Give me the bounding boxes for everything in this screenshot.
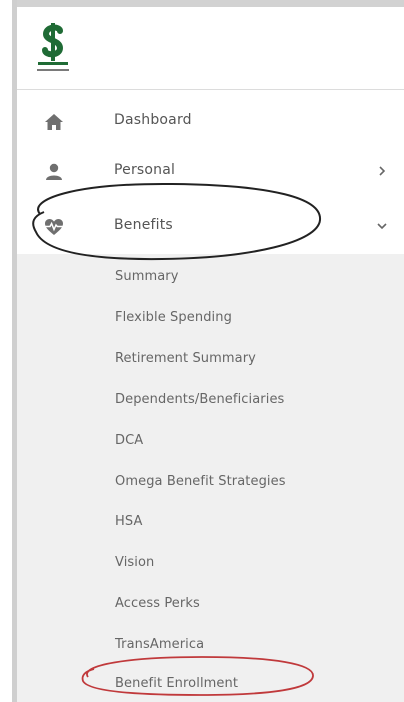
- heartbeat-icon: [45, 219, 63, 235]
- user-icon: [46, 163, 62, 180]
- submenu-item-omega-benefit-strategies[interactable]: Omega Benefit Strategies: [115, 474, 286, 489]
- nav-label-personal: Personal: [114, 162, 176, 178]
- home-icon: [45, 114, 63, 130]
- nav-label-benefits: Benefits: [114, 217, 173, 233]
- chevron-right-icon: [379, 166, 386, 176]
- logo-area: [17, 7, 404, 90]
- nav-label-dashboard: Dashboard: [114, 112, 192, 128]
- top-border: [12, 0, 404, 7]
- chevron-down-icon: [377, 223, 387, 230]
- nav-item-dashboard[interactable]: Dashboard: [17, 98, 404, 146]
- submenu-item-access-perks[interactable]: Access Perks: [115, 596, 200, 611]
- nav-item-personal[interactable]: Personal: [17, 148, 404, 196]
- submenu-item-benefit-enrollment[interactable]: Benefit Enrollment: [115, 676, 238, 691]
- sidebar: Dashboard Personal Benefits Summary Flex…: [17, 7, 404, 702]
- submenu-item-flexible-spending[interactable]: Flexible Spending: [115, 310, 232, 325]
- submenu-item-hsa[interactable]: HSA: [115, 514, 142, 529]
- screenshot-frame: Dashboard Personal Benefits Summary Flex…: [0, 0, 404, 702]
- nav-item-benefits[interactable]: Benefits: [17, 203, 404, 251]
- submenu-item-retirement-summary[interactable]: Retirement Summary: [115, 351, 256, 366]
- submenu-item-dca[interactable]: DCA: [115, 433, 143, 448]
- submenu-item-transamerica[interactable]: TransAmerica: [115, 637, 204, 652]
- logo-icon[interactable]: [33, 22, 73, 77]
- benefits-submenu: Summary Flexible Spending Retirement Sum…: [17, 254, 404, 702]
- submenu-item-vision[interactable]: Vision: [115, 555, 154, 570]
- submenu-item-summary[interactable]: Summary: [115, 269, 179, 284]
- submenu-item-dependents-beneficiaries[interactable]: Dependents/Beneficiaries: [115, 392, 284, 407]
